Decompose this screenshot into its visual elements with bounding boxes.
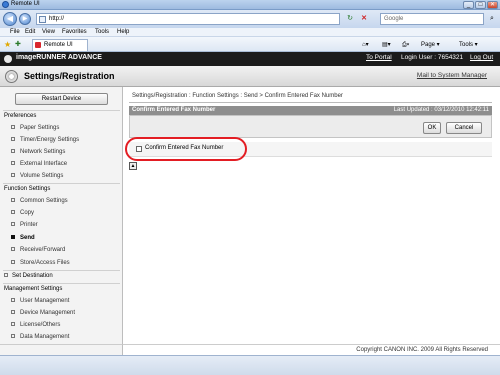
page-menu[interactable]: Page ▾ [421, 40, 440, 50]
section-preferences: Preferences [4, 113, 37, 119]
maximize-button[interactable]: □ [475, 1, 486, 9]
ok-button[interactable]: OK [423, 122, 441, 134]
sidebar-item-receive-forward[interactable]: Receive/Forward [11, 247, 65, 253]
stop-button[interactable]: ✕ [358, 13, 370, 25]
divider [3, 183, 120, 184]
page-title: Settings/Registration [24, 71, 115, 81]
panel-actions: OK Cancel [129, 115, 492, 138]
settings-gear-icon [5, 70, 18, 83]
sidebar-item-set-destination[interactable]: Set Destination [4, 273, 53, 279]
menu-file[interactable]: File [10, 29, 20, 35]
sidebar-item-user-management[interactable]: User Management [11, 298, 69, 304]
cancel-button[interactable]: Cancel [446, 122, 482, 134]
sidebar-item-send[interactable]: Send [11, 235, 35, 241]
feeds-icon[interactable]: ▤▾ [382, 40, 391, 50]
to-portal-link[interactable]: To Portal [366, 54, 392, 61]
menu-edit[interactable]: Edit [25, 29, 35, 35]
sidebar-item-license-others[interactable]: License/Others [11, 322, 60, 328]
logout-link[interactable]: Log Out [470, 54, 493, 61]
main-content: Settings/Registration : Function Setting… [123, 87, 500, 344]
window-titlebar: Remote UI _ □ ✕ [0, 0, 500, 10]
address-input[interactable]: http:// [36, 13, 340, 25]
sidebar-item-device-management[interactable]: Device Management [11, 310, 75, 316]
menu-bar: File Edit View Favorites Tools Help [0, 28, 500, 37]
forward-button[interactable]: ▶ [19, 13, 31, 25]
menu-tools[interactable]: Tools [95, 29, 109, 35]
print-icon[interactable]: ⎙▾ [402, 40, 409, 50]
sidebar-item-store-access-files[interactable]: Store/Access Files [11, 260, 70, 266]
sidebar-item-external-interface[interactable]: External Interface [11, 161, 67, 167]
canon-tab-icon [35, 42, 41, 48]
refresh-button[interactable]: ↻ [344, 13, 356, 25]
sidebar-item-data-management[interactable]: Data Management [11, 334, 69, 340]
address-value: http:// [49, 16, 65, 22]
page-icon [39, 16, 46, 23]
menu-favorites[interactable]: Favorites [62, 29, 87, 35]
favorites-star-icon[interactable]: ★ [4, 40, 11, 49]
sidebar: Restart Device Preferences Paper Setting… [0, 87, 123, 344]
window-title: Remote UI [11, 1, 40, 7]
sidebar-item-network-settings[interactable]: Network Settings [11, 149, 65, 155]
scroll-top-icon[interactable]: ▲ [129, 162, 137, 170]
menu-view[interactable]: View [42, 29, 55, 35]
divider [3, 270, 120, 271]
sidebar-item-volume-settings[interactable]: Volume Settings [11, 173, 63, 179]
product-name: imageRUNNER ADVANCE [16, 54, 102, 61]
section-management-settings: Management Settings [4, 286, 63, 292]
highlight-oval [125, 137, 247, 161]
menu-help[interactable]: Help [117, 29, 129, 35]
restart-device-button[interactable]: Restart Device [15, 93, 108, 105]
tab-label: Remote UI [44, 42, 73, 48]
search-icon[interactable]: ⌕ [486, 13, 498, 25]
tab-remote-ui[interactable]: Remote UI [32, 39, 88, 51]
add-favorites-icon[interactable]: ✚ [15, 40, 21, 48]
search-input[interactable]: Google [380, 13, 484, 25]
divider [3, 283, 120, 284]
home-icon[interactable]: ⌂▾ [362, 40, 369, 50]
sidebar-item-common-settings[interactable]: Common Settings [11, 198, 68, 204]
app-header: imageRUNNER ADVANCE To Portal Login User… [0, 52, 500, 66]
tools-menu[interactable]: Tools ▾ [459, 40, 478, 50]
sidebar-footer [0, 344, 123, 355]
breadcrumb: Settings/Registration : Function Setting… [132, 93, 343, 99]
footer: Copyright CANON INC. 2009 All Rights Res… [123, 344, 500, 355]
favorites-bar: ★ ✚ Remote UI ⌂▾ ▤▾ ⎙▾ Page ▾ Tools ▾ [0, 37, 500, 52]
settings-header: Settings/Registration Mail to System Man… [0, 66, 500, 87]
login-user: Login User : 7654321 [401, 54, 464, 61]
divider [129, 102, 492, 103]
minimize-button[interactable]: _ [463, 1, 474, 9]
panel-header: Confirm Entered Fax Number Last Updated … [129, 106, 492, 115]
copyright: Copyright CANON INC. 2009 All Rights Res… [356, 347, 488, 353]
sidebar-item-paper-settings[interactable]: Paper Settings [11, 125, 59, 131]
panel-title: Confirm Entered Fax Number [132, 107, 216, 113]
back-button[interactable]: ◀ [3, 12, 17, 26]
sidebar-item-printer[interactable]: Printer [11, 222, 38, 228]
last-updated: Last Updated : 03/12/2010 12:42:11 [393, 107, 489, 113]
canon-logo-icon [4, 55, 12, 63]
address-toolbar: ◀ ▶ http:// ↻ ✕ Google ⌕ [0, 10, 500, 28]
sidebar-item-timer-energy[interactable]: Timer/Energy Settings [11, 137, 79, 143]
ie-logo-icon [2, 1, 9, 8]
divider [3, 110, 120, 111]
browser-status-bar [0, 355, 500, 375]
mail-system-manager-link[interactable]: Mail to System Manager [417, 72, 487, 79]
close-button[interactable]: ✕ [487, 1, 498, 9]
sidebar-item-copy[interactable]: Copy [11, 210, 34, 216]
section-function-settings: Function Settings [4, 186, 51, 192]
confirm-fax-row: Confirm Entered Fax Number [125, 137, 492, 161]
